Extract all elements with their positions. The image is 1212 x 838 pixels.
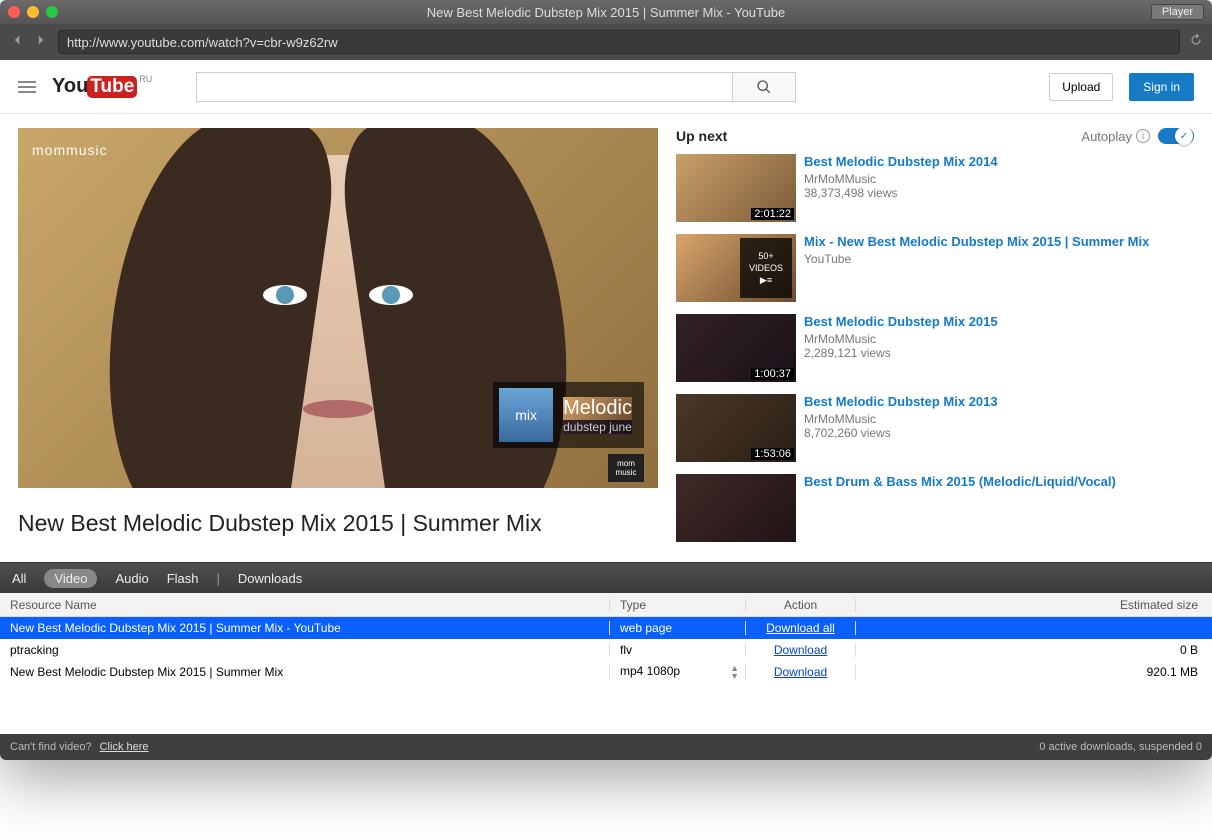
info-icon[interactable]: i — [1136, 129, 1150, 143]
autoplay-label: Autoplay — [1081, 129, 1132, 144]
tab-downloads[interactable]: Downloads — [238, 571, 302, 586]
suggestion-channel: MrMoMMusic — [804, 332, 1194, 346]
logo-you: You — [52, 75, 88, 98]
page-content: YouTubeRU Upload Sign in — [0, 60, 1212, 562]
suggestion-thumb: 2:01:22 — [676, 154, 796, 222]
suggestion-thumb: 1:53:06 — [676, 394, 796, 462]
suggestion-title: Best Melodic Dubstep Mix 2015 — [804, 314, 1194, 330]
suggestion-item[interactable]: Best Drum & Bass Mix 2015 (Melodic/Liqui… — [676, 474, 1194, 542]
footer-status: 0 active downloads, suspended 0 — [1039, 741, 1202, 753]
video-thumbnail-art — [208, 155, 468, 488]
search-input[interactable] — [196, 72, 732, 102]
duration-badge: 2:01:22 — [751, 208, 794, 220]
row-type: web page — [610, 621, 746, 635]
row-name: New Best Melodic Dubstep Mix 2015 | Summ… — [0, 665, 610, 679]
row-action-link[interactable]: Download all — [766, 621, 835, 635]
suggestion-channel: MrMoMMusic — [804, 172, 1194, 186]
player-watermark: mommusic — [32, 142, 108, 158]
url-bar[interactable]: http://www.youtube.com/watch?v=cbr-w9z62… — [58, 30, 1180, 54]
download-panel: All Video Audio Flash | Downloads Resour… — [0, 562, 1212, 760]
col-size: Estimated size — [856, 598, 1212, 612]
tab-all[interactable]: All — [12, 571, 26, 586]
suggestion-item[interactable]: 2:01:22 Best Melodic Dubstep Mix 2014 Mr… — [676, 154, 1194, 222]
suggestion-views: 38,373,498 views — [804, 186, 1194, 200]
download-table-header: Resource Name Type Action Estimated size — [0, 593, 1212, 617]
search-button[interactable] — [732, 72, 796, 102]
tab-video[interactable]: Video — [44, 569, 97, 588]
logo-tube: Tube — [87, 76, 137, 98]
video-title: New Best Melodic Dubstep Mix 2015 | Summ… — [18, 488, 658, 537]
suggestion-thumb: 1:00:37 — [676, 314, 796, 382]
suggestion-title: Best Melodic Dubstep Mix 2013 — [804, 394, 1194, 410]
browser-toolbar: http://www.youtube.com/watch?v=cbr-w9z62… — [0, 24, 1212, 60]
forward-icon[interactable] — [32, 31, 50, 54]
col-action: Action — [746, 598, 856, 612]
suggestion-title: Best Drum & Bass Mix 2015 (Melodic/Liqui… — [804, 474, 1194, 490]
suggestion-title: Mix - New Best Melodic Dubstep Mix 2015 … — [804, 234, 1194, 250]
menu-icon[interactable] — [18, 81, 36, 93]
sidebar: Up next Autoplay i 2:01:22 Best Melodic … — [676, 128, 1194, 562]
playlist-overlay: 50+VIDEOS▶≡ — [740, 238, 792, 298]
badge-square: mix — [499, 388, 553, 442]
tab-audio[interactable]: Audio — [115, 571, 148, 586]
yt-header: YouTubeRU Upload Sign in — [0, 60, 1212, 114]
row-type: mp4 1080p▲▼ — [610, 664, 746, 680]
tab-flash[interactable]: Flash — [167, 571, 199, 586]
logo-region: RU — [139, 74, 152, 84]
row-name: New Best Melodic Dubstep Mix 2015 | Summ… — [0, 621, 610, 635]
player-corner-logo: mom music — [608, 454, 644, 482]
youtube-logo[interactable]: YouTubeRU — [52, 75, 150, 98]
search-icon — [756, 79, 772, 95]
app-window: New Best Melodic Dubstep Mix 2015 | Summ… — [0, 0, 1212, 760]
suggestion-views: 2,289,121 views — [804, 346, 1194, 360]
url-text: http://www.youtube.com/watch?v=cbr-w9z62… — [67, 35, 338, 50]
footer-question: Can't find video? — [10, 741, 92, 753]
row-type: flv — [610, 643, 746, 657]
download-footer: Can't find video? Click here 0 active do… — [0, 734, 1212, 760]
row-name: ptracking — [0, 643, 610, 657]
badge-sub: dubstep june — [563, 420, 632, 434]
titlebar: New Best Melodic Dubstep Mix 2015 | Summ… — [0, 0, 1212, 24]
upnext-label: Up next — [676, 128, 727, 144]
suggestion-channel: MrMoMMusic — [804, 412, 1194, 426]
row-action-link[interactable]: Download — [774, 643, 827, 657]
duration-badge: 1:53:06 — [751, 448, 794, 460]
suggestion-item[interactable]: 1:00:37 Best Melodic Dubstep Mix 2015 Mr… — [676, 314, 1194, 382]
video-player[interactable]: mommusic mix Melodic dubstep june mom mu… — [18, 128, 658, 488]
suggestion-item[interactable]: 1:53:06 Best Melodic Dubstep Mix 2013 Mr… — [676, 394, 1194, 462]
download-tabs: All Video Audio Flash | Downloads — [0, 563, 1212, 593]
format-stepper-icon[interactable]: ▲▼ — [730, 664, 739, 680]
signin-button[interactable]: Sign in — [1129, 73, 1194, 101]
window-title: New Best Melodic Dubstep Mix 2015 | Summ… — [0, 5, 1212, 20]
download-row[interactable]: ptracking flv Download 0 B — [0, 639, 1212, 661]
upload-button[interactable]: Upload — [1049, 73, 1113, 101]
download-row[interactable]: New Best Melodic Dubstep Mix 2015 | Summ… — [0, 661, 1212, 683]
autoplay-toggle[interactable] — [1158, 128, 1194, 144]
badge-title: Melodic — [563, 397, 632, 420]
player-badge: mix Melodic dubstep june — [493, 382, 644, 448]
reload-icon[interactable] — [1188, 32, 1204, 53]
row-size: 0 B — [856, 643, 1212, 657]
suggestion-item[interactable]: 50+VIDEOS▶≡ Mix - New Best Melodic Dubst… — [676, 234, 1194, 302]
footer-help-link[interactable]: Click here — [100, 741, 149, 753]
col-name: Resource Name — [0, 598, 610, 612]
row-size: 920.1 MB — [856, 665, 1212, 679]
suggestion-title: Best Melodic Dubstep Mix 2014 — [804, 154, 1194, 170]
download-row[interactable]: New Best Melodic Dubstep Mix 2015 | Summ… — [0, 617, 1212, 639]
col-type: Type — [610, 598, 746, 612]
duration-badge: 1:00:37 — [751, 368, 794, 380]
row-action-link[interactable]: Download — [774, 665, 827, 679]
suggestion-views: 8,702,260 views — [804, 426, 1194, 440]
suggestion-thumb — [676, 474, 796, 542]
suggestion-channel: YouTube — [804, 252, 1194, 266]
back-icon[interactable] — [8, 31, 26, 54]
suggestion-thumb: 50+VIDEOS▶≡ — [676, 234, 796, 302]
